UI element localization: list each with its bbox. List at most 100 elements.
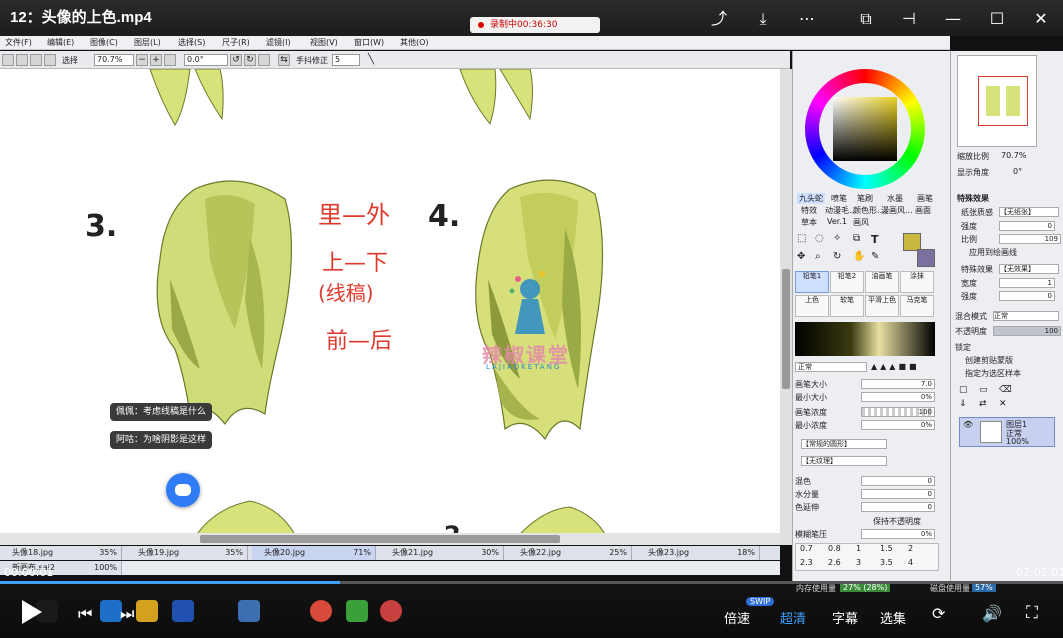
quality-button[interactable]: 超清: [780, 608, 806, 627]
brush-size-field[interactable]: 7.0: [861, 379, 935, 389]
next-icon[interactable]: ⏭: [120, 604, 134, 624]
size-preset[interactable]: 0.7: [800, 544, 813, 553]
taskbar-app-icon[interactable]: [172, 600, 194, 622]
scroll-thumb[interactable]: [782, 269, 790, 389]
brush-slot[interactable]: 上色: [795, 295, 829, 317]
pin-icon[interactable]: ⊣: [898, 8, 920, 30]
blend-field[interactable]: 0: [861, 476, 935, 486]
brush-category-tab[interactable]: 特效: [801, 205, 817, 216]
delete-layer-icon[interactable]: ⌫: [999, 385, 1012, 395]
taskbar-app-icon[interactable]: [380, 600, 402, 622]
stabilizer-select[interactable]: 5: [332, 54, 360, 66]
texture-strength-field[interactable]: 0: [999, 221, 1055, 231]
brush-category-tab[interactable]: 水墨: [887, 193, 903, 204]
lasso-icon[interactable]: ◌: [815, 233, 824, 244]
loop-icon[interactable]: ⟳: [932, 604, 945, 623]
more-icon[interactable]: ⋯: [796, 8, 818, 30]
layer-opacity-field[interactable]: 100: [993, 326, 1061, 336]
size-preset[interactable]: 3.5: [880, 558, 893, 567]
picture-in-picture-icon[interactable]: ⧉: [855, 8, 877, 30]
size-preset[interactable]: 0.8: [828, 544, 841, 553]
subtitle-button[interactable]: 字幕: [832, 608, 858, 627]
brush-texture-select[interactable]: 【无纹理】: [801, 456, 887, 466]
menu-view[interactable]: 视图(V): [310, 37, 338, 48]
color-wheel[interactable]: [805, 69, 925, 189]
taskbar-app-icon[interactable]: [346, 600, 368, 622]
rotate-left-button[interactable]: ↺: [230, 54, 242, 66]
zoom-out-button[interactable]: −: [136, 54, 148, 66]
brush-slot[interactable]: 油画笔: [865, 271, 899, 293]
size-preset[interactable]: 2.6: [828, 558, 841, 567]
play-icon[interactable]: [22, 600, 42, 624]
layer-blend-select[interactable]: 正常: [993, 311, 1059, 321]
hand-tool-icon[interactable]: ✋: [853, 251, 865, 262]
menu-window[interactable]: 窗口(W): [354, 37, 384, 48]
canvas-vertical-scrollbar[interactable]: [780, 69, 792, 545]
brush-slot[interactable]: 涂抹: [900, 271, 934, 293]
brush-category-tab[interactable]: 画面: [915, 205, 931, 216]
move-icon[interactable]: ✥: [797, 251, 805, 262]
brush-slot[interactable]: 软笔: [830, 295, 864, 317]
zoom-reset-button[interactable]: [164, 54, 176, 66]
effect-select[interactable]: 【无效果】: [999, 264, 1059, 274]
transfer-icon[interactable]: ⇄: [979, 399, 987, 409]
tool-button[interactable]: [30, 54, 42, 66]
size-preset[interactable]: 1.5: [880, 544, 893, 553]
fullscreen-icon[interactable]: ⛶: [1026, 603, 1038, 623]
brush-category-tab[interactable]: 草本: [801, 217, 817, 228]
menu-filter[interactable]: 滤镜(I): [266, 37, 291, 48]
brush-category-tab[interactable]: 颜色形...: [853, 205, 885, 216]
brush-mode-select[interactable]: 正常: [795, 362, 867, 372]
speed-button[interactable]: 倍速: [724, 608, 750, 627]
new-layer-icon[interactable]: ▢: [959, 385, 968, 395]
file-tab[interactable]: 头像18.jpg 35%: [0, 546, 122, 560]
straight-line-icon[interactable]: ╲: [368, 54, 374, 65]
brush-category-tab[interactable]: 喷笔: [831, 193, 847, 204]
keep-opacity-checkbox[interactable]: 保持不透明度: [873, 516, 921, 527]
saturation-square[interactable]: [833, 97, 897, 161]
apply-to-line-checkbox[interactable]: 应用到绘画线: [969, 247, 1017, 258]
brush-category-tab[interactable]: 笔刷: [857, 193, 873, 204]
menu-select[interactable]: 选择(S): [178, 37, 205, 48]
tool-button[interactable]: [2, 54, 14, 66]
brush-category-tab[interactable]: 漫画风...: [881, 205, 913, 216]
file-tab[interactable]: 头像22.jpg 25%: [508, 546, 632, 560]
file-tab-active[interactable]: 头像20.jpg 71%: [252, 546, 376, 560]
effect-width-field[interactable]: 1: [999, 278, 1055, 288]
brush-slot[interactable]: 马克笔: [900, 295, 934, 317]
share-icon[interactable]: ⤴: [708, 8, 730, 30]
minimize-icon[interactable]: —: [942, 8, 964, 30]
visibility-eye-icon[interactable]: 👁: [963, 420, 973, 429]
color-extend-field[interactable]: 0: [861, 502, 935, 512]
menu-image[interactable]: 图像(C): [90, 37, 118, 48]
menu-layer[interactable]: 图层(L): [134, 37, 161, 48]
size-preset[interactable]: 1: [856, 544, 861, 553]
min-density-field[interactable]: 0%: [861, 420, 935, 430]
file-tab[interactable]: 头像23.jpg 18%: [636, 546, 760, 560]
water-field[interactable]: 0: [861, 489, 935, 499]
download-icon[interactable]: ⤓: [752, 8, 774, 30]
rotate-reset-button[interactable]: [258, 54, 270, 66]
brush-category-tab[interactable]: 画笔: [917, 193, 933, 204]
file-tab[interactable]: 头像19.jpg 35%: [126, 546, 248, 560]
merge-down-icon[interactable]: ⇓: [959, 399, 967, 409]
brush-category-tab[interactable]: 动漫毛...: [825, 205, 857, 216]
maximize-icon[interactable]: ☐: [986, 8, 1008, 30]
background-color-swatch[interactable]: [917, 249, 935, 267]
layer-row[interactable]: 👁 图层1 正常 100%: [959, 417, 1055, 447]
size-preset[interactable]: 4: [908, 558, 913, 567]
tool-button[interactable]: [16, 54, 28, 66]
canvas-horizontal-scrollbar[interactable]: [0, 533, 780, 545]
brush-slot[interactable]: 铅笔1: [795, 271, 829, 293]
zoom-field[interactable]: 70.7%: [94, 54, 134, 66]
rect-select-icon[interactable]: ⬚: [797, 233, 806, 244]
flip-button[interactable]: ⇆: [278, 54, 290, 66]
brush-category-tab[interactable]: 画风: [853, 217, 869, 228]
taskbar-app-icon[interactable]: [100, 600, 122, 622]
taskbar-app-icon[interactable]: [238, 600, 260, 622]
size-preset[interactable]: 2: [908, 544, 913, 553]
texture-scale-field[interactable]: 109: [999, 234, 1061, 244]
size-preset[interactable]: 3: [856, 558, 861, 567]
brush-slot[interactable]: 铅笔2: [830, 271, 864, 293]
brush-shape-presets[interactable]: ▲▲▲■■: [871, 362, 935, 372]
